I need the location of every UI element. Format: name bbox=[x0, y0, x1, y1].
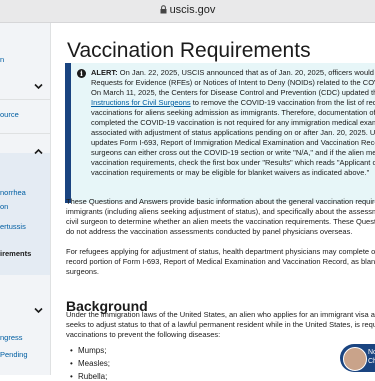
lock-icon bbox=[160, 5, 167, 14]
refugee-paragraph-line: surgeons. bbox=[66, 267, 99, 276]
intro-paragraph-line: civil surgeon to determine whether an al… bbox=[66, 217, 375, 226]
page-title: Vaccination Requirements bbox=[67, 39, 311, 63]
alert-line: Requests for Evidence (RFEs) or Notices … bbox=[91, 78, 375, 87]
chevron-down-icon[interactable] bbox=[34, 307, 43, 314]
chevron-down-icon[interactable] bbox=[34, 83, 43, 90]
background-paragraph-line: vaccinations to prevent the following di… bbox=[66, 330, 221, 339]
chat-widget-label: NoCh bbox=[368, 349, 375, 365]
sidebar-item-3[interactable]: on bbox=[0, 202, 8, 211]
url-text: uscis.gov bbox=[169, 4, 216, 16]
chevron-up-icon[interactable] bbox=[34, 148, 43, 155]
browser-address-bar[interactable]: uscis.gov bbox=[0, 0, 375, 23]
info-icon: i bbox=[77, 69, 86, 78]
alert-line: surgeons can either cross out the COVID-… bbox=[91, 148, 375, 157]
chat-widget-button[interactable]: NoCh bbox=[340, 344, 375, 372]
intro-paragraph-line: do not address the vaccination assessmen… bbox=[66, 227, 353, 236]
background-paragraph-line: seeks to adjust status to that of a lawf… bbox=[66, 320, 375, 329]
sidebar-item-2[interactable]: norrhea bbox=[0, 188, 26, 197]
alert-line: updates Form I-693, Report of Immigratio… bbox=[91, 138, 375, 147]
sidebar-item-6[interactable]: ngress bbox=[0, 333, 23, 342]
intro-paragraph-line: These Questions and Answers provide basi… bbox=[66, 197, 375, 206]
disease-list-item: Measles; bbox=[70, 359, 110, 368]
alert-box: i ALERT: On Jan. 22, 2025, USCIS announc… bbox=[65, 63, 375, 203]
alert-line: completed the COVID-19 vaccination is no… bbox=[91, 118, 375, 127]
alert-line: Instructions for Civil Surgeons to remov… bbox=[91, 98, 375, 107]
alert-line: vaccination requirements, check the firs… bbox=[91, 158, 375, 167]
alert-line: ALERT: On Jan. 22, 2025, USCIS announced… bbox=[91, 68, 375, 77]
alert-line: On March 11, 2025, the Centers for Disea… bbox=[91, 88, 375, 97]
alert-line: associated with adjustment of status app… bbox=[91, 128, 375, 137]
alert-line: vaccination requirements or may be eligi… bbox=[91, 168, 370, 177]
url-display[interactable]: uscis.gov bbox=[0, 4, 375, 16]
sidebar-item-current[interactable]: irements bbox=[0, 249, 31, 258]
sidebar-item-1[interactable]: ource bbox=[0, 110, 19, 119]
sidebar-item-0[interactable]: n bbox=[0, 55, 4, 64]
disease-list-item: Rubella; bbox=[70, 372, 107, 381]
sidebar-item-7[interactable]: Pending bbox=[0, 350, 28, 359]
intro-paragraph-line: immigrants (including aliens seeking adj… bbox=[66, 207, 375, 216]
background-paragraph-line: Under the immigration laws of the United… bbox=[66, 310, 375, 319]
refugee-paragraph-line: For refugees applying for adjustment of … bbox=[66, 247, 375, 256]
disease-list-item: Mumps; bbox=[70, 346, 107, 355]
side-navigation: n ource norrhea on ertussis irements ngr… bbox=[0, 23, 51, 375]
refugee-paragraph-line: record portion of Form I-693, Report of … bbox=[66, 257, 375, 266]
agent-avatar bbox=[343, 347, 367, 371]
sidebar-item-4[interactable]: ertussis bbox=[0, 222, 26, 231]
alert-line: vaccinations for aliens seeking admissio… bbox=[91, 108, 375, 117]
civil-surgeons-link[interactable]: Instructions for Civil Surgeons bbox=[91, 98, 191, 107]
